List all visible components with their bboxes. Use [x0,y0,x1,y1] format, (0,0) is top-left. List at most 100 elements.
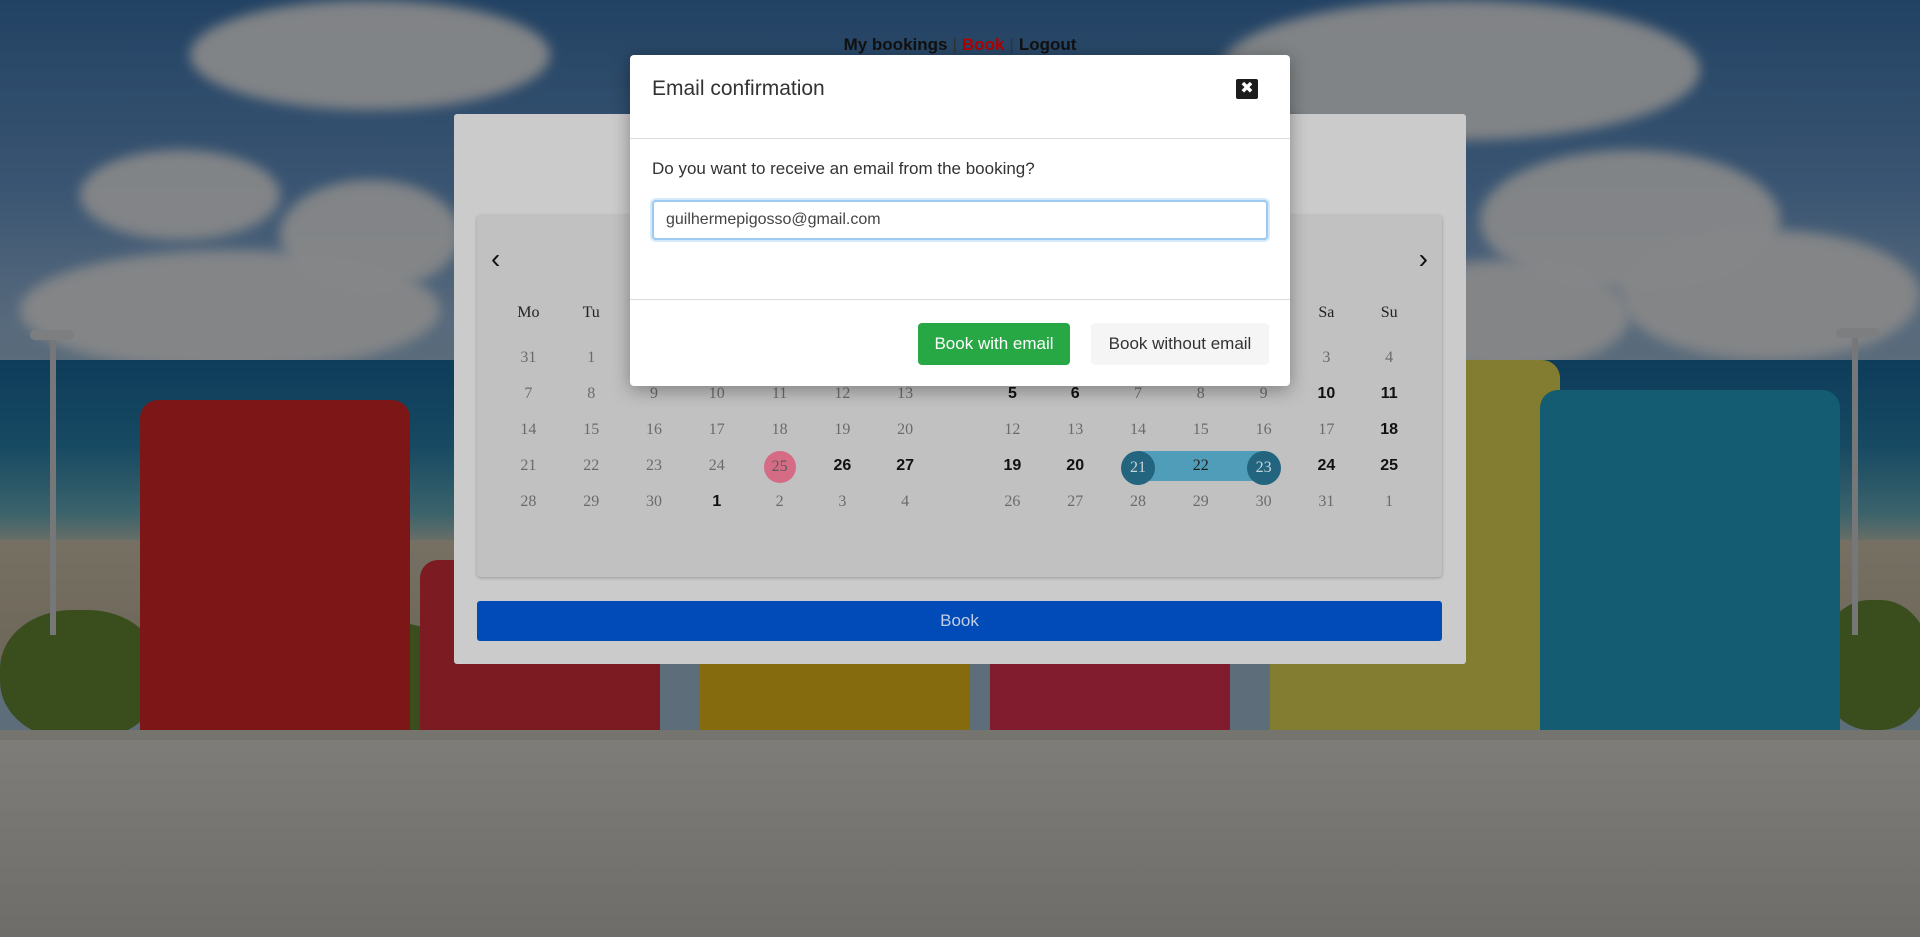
modal-body: Do you want to receive an email from the… [652,159,1268,240]
calendar-day: 28 [497,487,560,517]
calendar-day[interactable]: 27 [874,451,937,481]
calendar-day-number: 26 [833,457,852,474]
calendar-day: 15 [1169,415,1232,445]
calendar-day-number: 18 [1380,421,1399,438]
calendar-day-number: 1 [1385,493,1394,510]
calendar-day-number: 4 [1385,349,1394,366]
calendar-day-number: 3 [838,493,847,510]
calendar-day-number: 21 [520,457,537,474]
calendar-day-number: 19 [1003,457,1022,474]
calendar-day[interactable]: 1 [685,487,748,517]
calendar-day-number: 16 [645,421,662,438]
calendar-day-number: 8 [1196,385,1205,402]
calendar-day-number: 22 [583,457,600,474]
calendar-day-number: 23 [645,457,662,474]
calendar-day-number: 10 [1317,385,1336,402]
calendar-day-number: 25 [1380,457,1399,474]
calendar-day-number: 21 [1120,451,1155,485]
calendar-day: 16 [1232,415,1295,445]
calendar-day[interactable]: 25 [748,451,811,483]
calendar-day[interactable]: 20 [1044,451,1107,481]
calendar-day-number: 28 [1129,493,1146,510]
nav-separator: | [952,35,957,54]
calendar-day-number: 11 [771,385,788,402]
calendar-day-number: 18 [771,421,788,438]
calendar-week-row: 21 22 23 24 25 26 27 [497,451,937,483]
calendar-day-number: 9 [1259,385,1268,402]
calendar-day-number: 24 [708,457,725,474]
calendar-day-number: 31 [520,349,537,366]
calendar-day-number: 30 [1255,493,1272,510]
nav-book[interactable]: Book [962,35,1005,54]
calendar-day[interactable]: 10 [1295,379,1358,409]
calendar-day: 17 [685,415,748,445]
calendar-week-row: 14 15 16 17 18 19 20 [497,415,937,445]
calendar-day: 14 [1107,415,1170,445]
calendar-day[interactable]: 24 [1295,451,1358,481]
weekday-label: Mo [517,304,540,321]
calendar-day: 16 [623,415,686,445]
calendar-day[interactable]: 23 [1232,451,1295,485]
calendar-day-number: 17 [708,421,725,438]
calendar-day-number: 12 [834,385,851,402]
calendar-day-number: 27 [896,457,915,474]
calendar-day-number: 30 [645,493,662,510]
calendar-day: 21 [497,451,560,481]
calendar-day-number: 1 [712,493,722,510]
book-button[interactable]: Book [477,601,1442,641]
calendar-day-number: 15 [583,421,600,438]
calendar-day[interactable]: 18 [1358,415,1421,445]
calendar-day-number: 27 [1067,493,1084,510]
calendar-day-number: 16 [1255,421,1272,438]
calendar-day-number: 29 [583,493,600,510]
calendar-day: 1 [1358,487,1421,517]
calendar-day: 20 [874,415,937,445]
email-input[interactable] [652,200,1268,240]
calendar-day[interactable]: 22 [1169,451,1233,481]
calendar-day-number: 20 [897,421,914,438]
close-icon[interactable]: ✖ [1236,79,1258,99]
calendar-day-number: 22 [1192,457,1209,474]
prev-month-chevron-left-icon[interactable]: ‹ [491,243,500,275]
nav-logout[interactable]: Logout [1019,35,1077,54]
weekday-label: Su [1380,304,1398,321]
calendar-day: 17 [1295,415,1358,445]
next-month-chevron-right-icon[interactable]: › [1419,243,1428,275]
calendar-day-number: 25 [763,451,796,483]
calendar-day-number: 13 [897,385,914,402]
calendar-day-number: 4 [901,493,910,510]
calendar-day: 12 [981,415,1044,445]
calendar-day[interactable]: 19 [981,451,1044,481]
calendar-day: 30 [1232,487,1295,517]
calendar-day: 3 [1295,343,1358,373]
calendar-day-number: 12 [1004,421,1021,438]
calendar-day: 29 [560,487,623,517]
calendar-day: 13 [1044,415,1107,445]
book-without-email-button[interactable]: Book without email [1091,323,1269,365]
nav-my-bookings[interactable]: My bookings [844,35,948,54]
top-nav: My bookings | Book | Logout [0,35,1920,55]
modal-header: Email confirmation ✖ [630,55,1290,139]
calendar-day: 18 [748,415,811,445]
calendar-week-row: 19 20 21 22 23 24 25 [981,451,1421,485]
calendar-day[interactable]: 11 [1358,379,1421,409]
calendar-day-number: 15 [1192,421,1209,438]
calendar-day-number: 8 [587,385,596,402]
calendar-day: 19 [811,415,874,445]
calendar-day[interactable]: 21 [1106,451,1170,485]
calendar-day-number: 29 [1192,493,1209,510]
calendar-day: 22 [560,451,623,481]
calendar-day-number: 7 [524,385,533,402]
calendar-day: 3 [811,487,874,517]
calendar-day[interactable]: 26 [811,451,874,481]
calendar-day: 26 [981,487,1044,517]
calendar-day: 23 [623,451,686,481]
calendar-week-row: 26 27 28 29 30 31 1 [981,487,1421,517]
calendar-day-number: 11 [1380,385,1398,402]
calendar-day-number: 13 [1067,421,1084,438]
calendar-day-number: 5 [1007,385,1017,402]
weekday-label: Sa [1318,304,1335,321]
calendar-day: 1 [560,343,623,373]
book-with-email-button[interactable]: Book with email [918,323,1070,365]
calendar-day[interactable]: 25 [1358,451,1421,481]
